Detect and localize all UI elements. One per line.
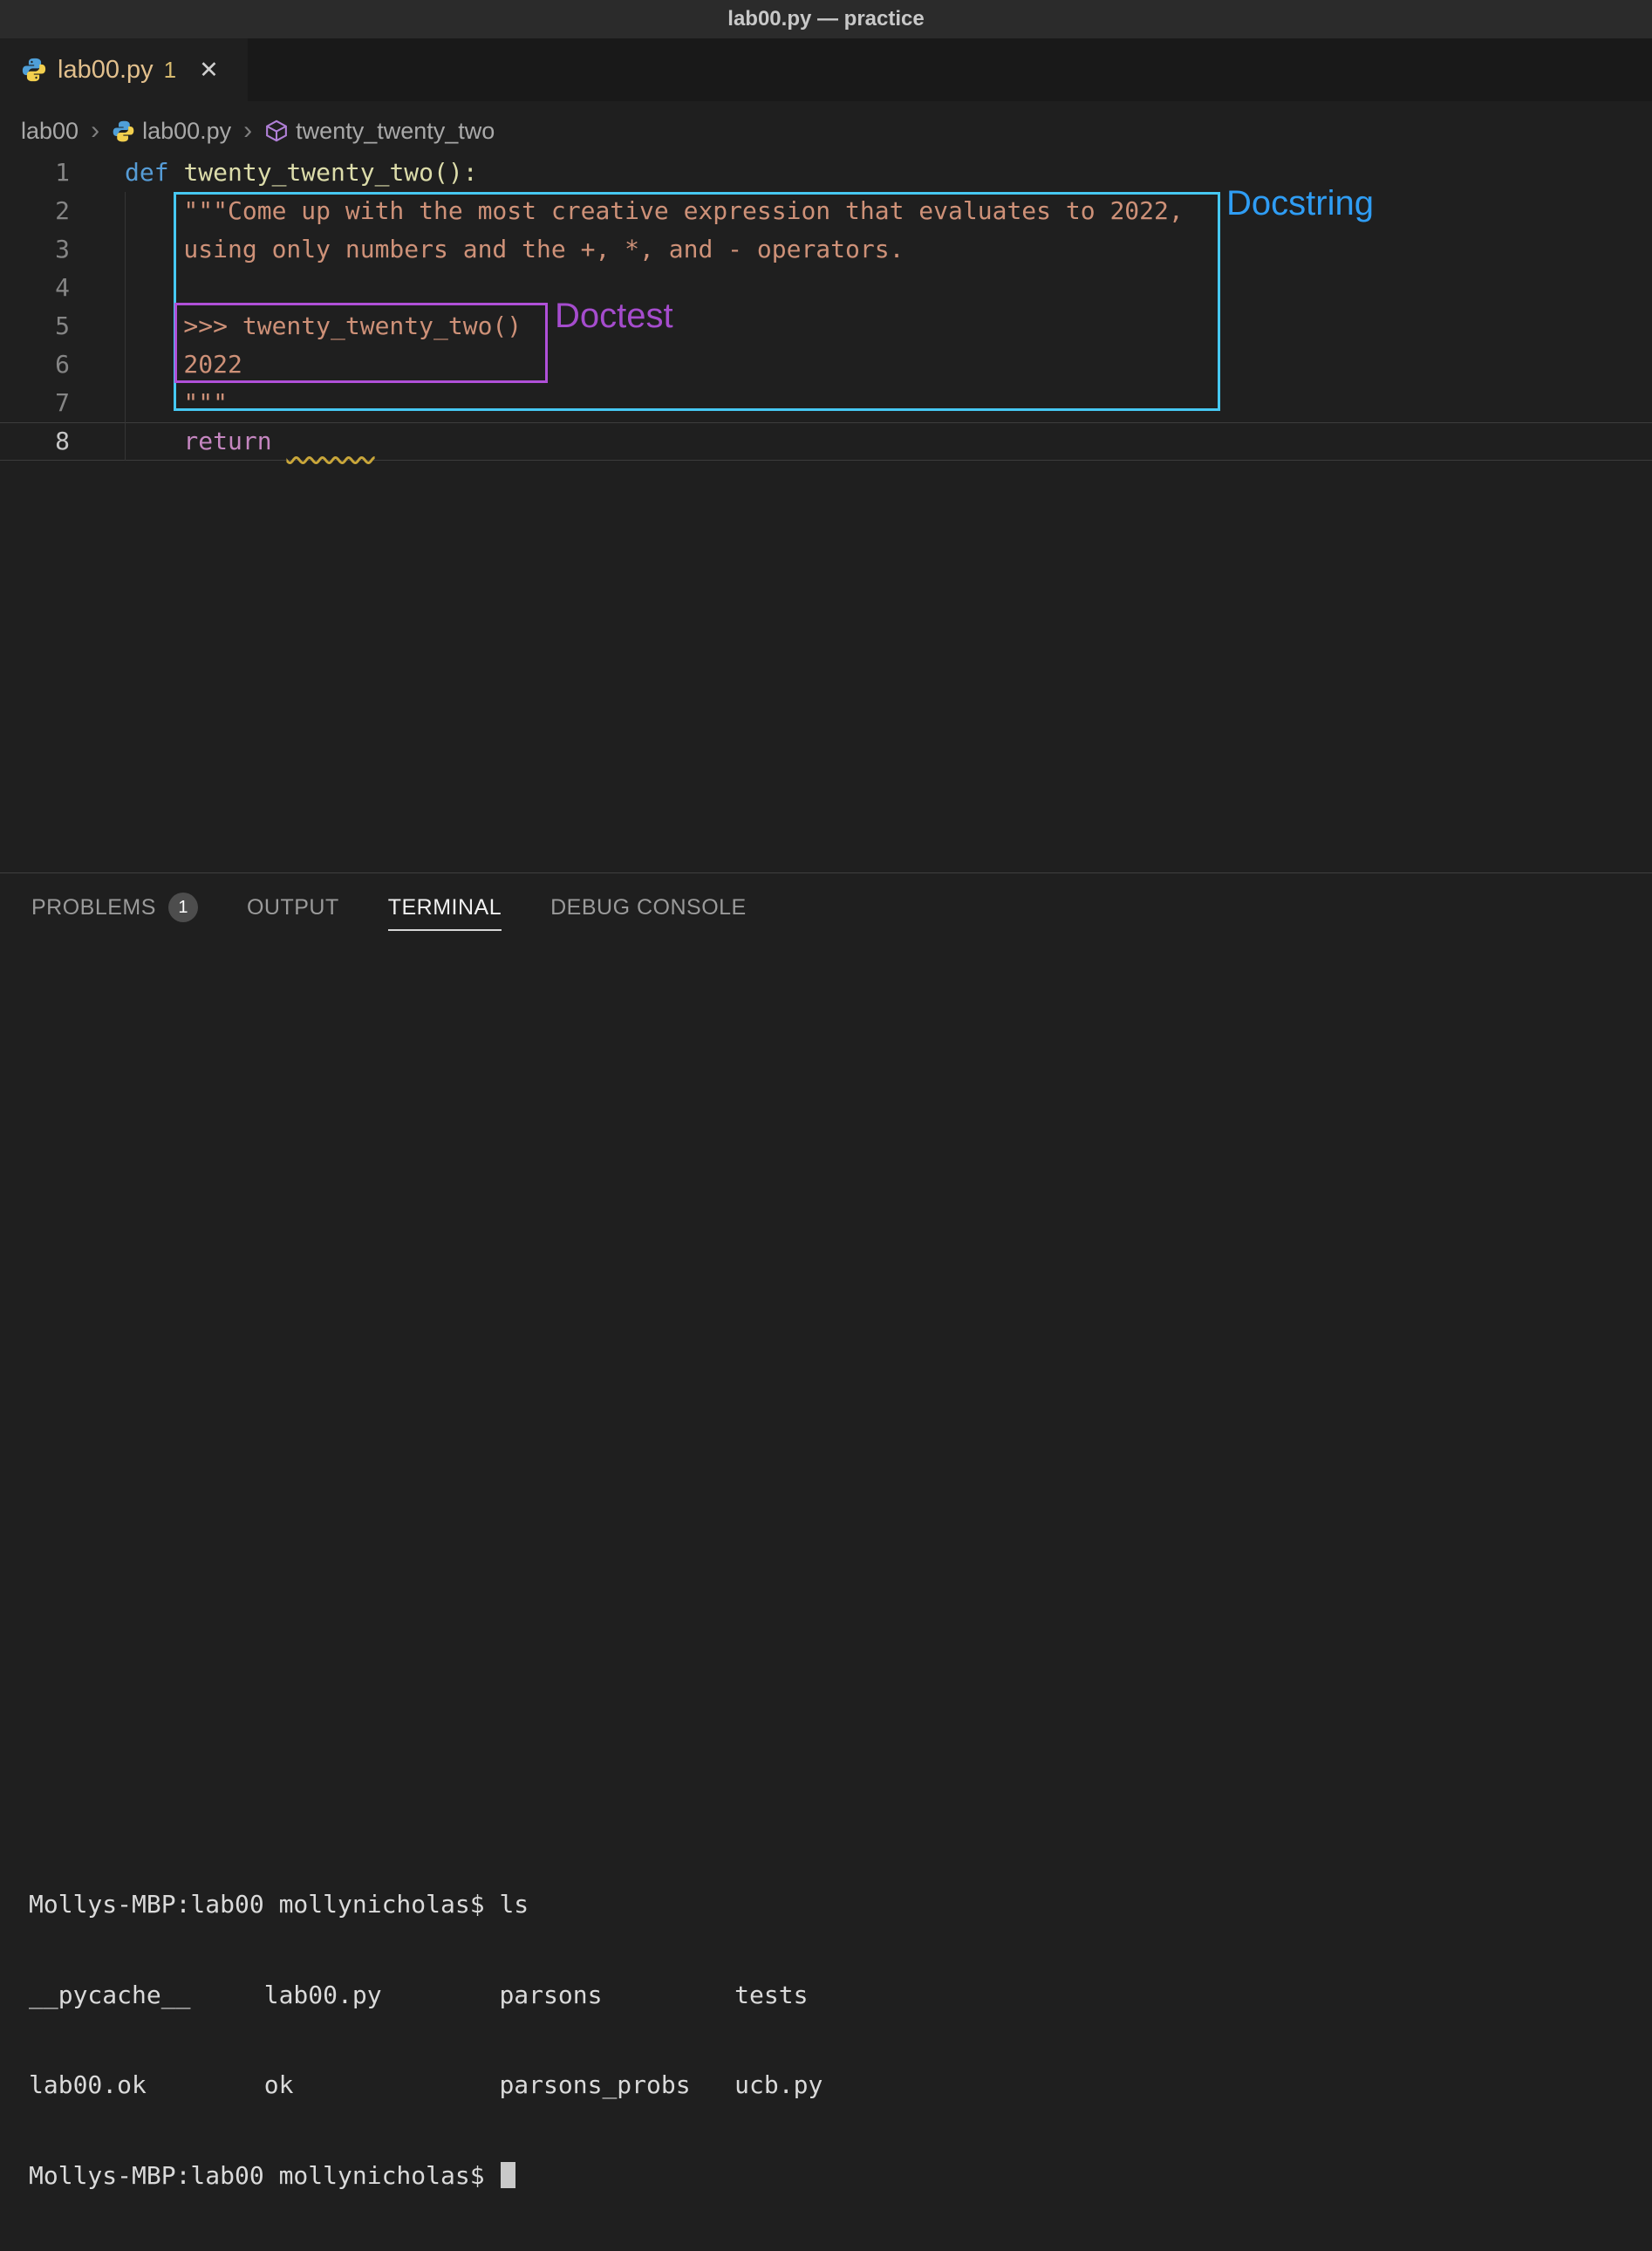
code-text: using only numbers and the +, *, and - o…	[70, 230, 904, 269]
line-number: 5	[0, 307, 70, 346]
code-text	[70, 269, 125, 307]
tab-close-icon[interactable]: ✕	[199, 57, 219, 84]
breadcrumb-label: lab00	[21, 118, 79, 145]
docstring-text: """Come up with the most creative expres…	[125, 196, 1184, 225]
code-editor[interactable]: 1 def twenty_twenty_two(): 2 """Come up …	[0, 154, 1652, 461]
code-text: def twenty_twenty_two():	[70, 154, 478, 192]
breadcrumb: lab00 › lab00.py › twenty_twenty_two	[0, 105, 1652, 157]
docstring-text: using only numbers and the +, *, and - o…	[125, 235, 904, 263]
keyword-return: return	[125, 427, 272, 455]
tab-problems[interactable]: PROBLEMS 1	[31, 893, 198, 933]
doctest-call: >>> twenty_twenty_two()	[125, 311, 522, 340]
indent-guide	[125, 192, 126, 461]
line-number: 2	[0, 192, 70, 230]
code-line-4: 4	[0, 269, 1652, 307]
function-signature: twenty_twenty_two():	[183, 158, 477, 187]
tab-problems-label: PROBLEMS	[31, 895, 156, 920]
line-number: 1	[0, 154, 70, 192]
terminal-line: Mollys-MBP:lab00 mollynicholas$ ls	[29, 1890, 1652, 1920]
terminal-line: __pycache__ lab00.py parsons tests	[29, 1981, 1652, 2011]
window-title: lab00.py — practice	[727, 7, 924, 31]
code-line-5: 5 >>> twenty_twenty_two()	[0, 307, 1652, 346]
terminal-prompt: Mollys-MBP:lab00 mollynicholas$	[29, 2161, 499, 2190]
window-titlebar: lab00.py — practice	[0, 0, 1652, 38]
code-line-3: 3 using only numbers and the +, *, and -…	[0, 230, 1652, 269]
line-number: 8	[0, 423, 70, 460]
line-number: 7	[0, 384, 70, 422]
code-text: 2022	[70, 346, 242, 384]
python-icon	[112, 120, 135, 143]
python-icon	[21, 57, 47, 83]
terminal-cursor	[501, 2162, 515, 2188]
chevron-right-icon: ›	[242, 116, 254, 146]
breadcrumb-label: lab00.py	[142, 118, 231, 145]
tab-terminal[interactable]: TERMINAL	[388, 895, 502, 931]
code-line-7: 7 """	[0, 384, 1652, 422]
terminal-prompt-line: Mollys-MBP:lab00 mollynicholas$	[29, 2161, 1652, 2192]
terminal-output[interactable]: Mollys-MBP:lab00 mollynicholas$ ls __pyc…	[29, 1830, 1652, 2251]
terminal-line: lab00.ok ok parsons_probs ucb.py	[29, 2070, 1652, 2101]
tab-debug-console[interactable]: DEBUG CONSOLE	[550, 895, 747, 931]
tab-problem-badge: 1	[164, 57, 176, 84]
breadcrumb-item-lab00-py[interactable]: lab00.py	[112, 118, 231, 145]
line-number: 4	[0, 269, 70, 307]
symbol-cube-icon	[264, 119, 289, 143]
code-line-1: 1 def twenty_twenty_two():	[0, 154, 1652, 192]
code-line-2: 2 """Come up with the most creative expr…	[0, 192, 1652, 230]
panel-tab-bar: PROBLEMS 1 OUTPUT TERMINAL DEBUG CONSOLE	[0, 873, 1652, 933]
chevron-right-icon: ›	[89, 116, 101, 146]
code-text: """	[70, 384, 228, 422]
breadcrumb-item-symbol[interactable]: twenty_twenty_two	[264, 118, 495, 145]
doctest-expected: 2022	[125, 350, 242, 379]
code-text: >>> twenty_twenty_two()	[70, 307, 522, 346]
line-number: 6	[0, 346, 70, 384]
warning-squiggle	[286, 427, 374, 455]
code-text: return	[70, 423, 375, 460]
bottom-panel: PROBLEMS 1 OUTPUT TERMINAL DEBUG CONSOLE…	[0, 872, 1652, 1138]
line-number: 3	[0, 230, 70, 269]
tab-terminal-label: TERMINAL	[388, 895, 502, 920]
tab-lab00-py[interactable]: lab00.py 1 ✕	[0, 38, 248, 101]
breadcrumb-item-lab00[interactable]: lab00	[21, 118, 79, 145]
breadcrumb-label: twenty_twenty_two	[296, 118, 495, 145]
tab-label: lab00.py	[58, 56, 154, 85]
tab-output-label: OUTPUT	[247, 895, 339, 920]
editor-tab-strip: lab00.py 1 ✕	[0, 38, 1652, 101]
keyword-def: def	[125, 158, 183, 187]
problems-count-badge: 1	[168, 893, 198, 922]
tab-output[interactable]: OUTPUT	[247, 895, 339, 931]
code-line-6: 6 2022	[0, 346, 1652, 384]
code-line-8-current: 8 return	[0, 422, 1652, 461]
code-text: """Come up with the most creative expres…	[70, 192, 1184, 230]
tab-debug-console-label: DEBUG CONSOLE	[550, 895, 747, 920]
docstring-close: """	[125, 388, 228, 417]
